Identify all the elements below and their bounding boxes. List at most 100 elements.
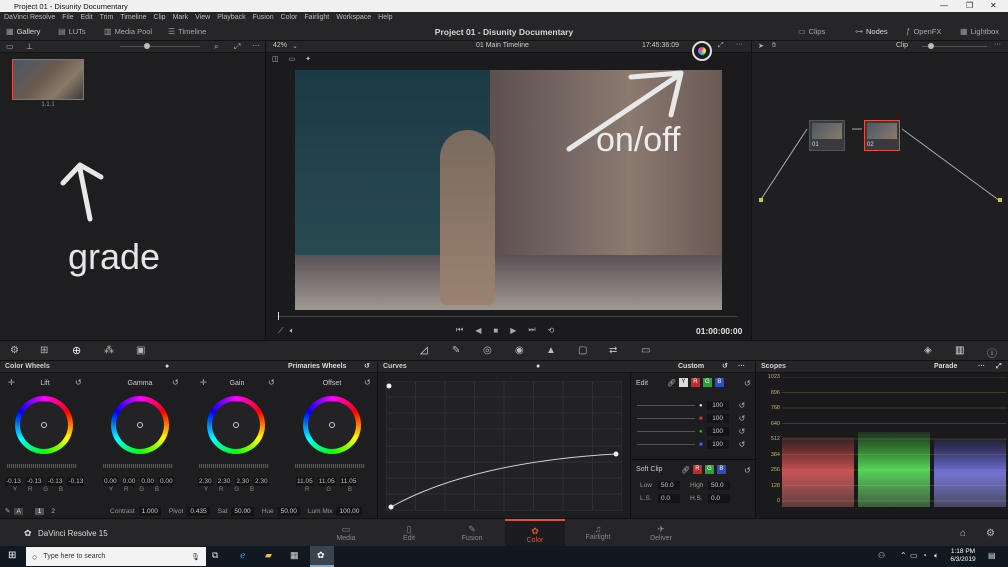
menu-item[interactable]: DaVinci Resolve bbox=[4, 14, 55, 21]
page-edit[interactable]: ▯ Edit bbox=[379, 524, 439, 542]
key-icon[interactable]: ▢ bbox=[578, 345, 587, 356]
hue-input[interactable]: 50.00 bbox=[277, 506, 300, 516]
menu-item[interactable]: Edit bbox=[81, 14, 93, 21]
notifications-icon[interactable]: ▤ bbox=[988, 551, 996, 560]
scope-mode-select[interactable]: Parade bbox=[934, 361, 957, 373]
color-match-icon[interactable]: ⊞ bbox=[40, 345, 48, 356]
reset-icon[interactable]: ↺ bbox=[722, 361, 728, 373]
b-chip[interactable]: B bbox=[714, 378, 724, 387]
lift-value-b[interactable]: -0.13 bbox=[67, 477, 85, 486]
lightbox-button[interactable]: ▦ Lightbox bbox=[960, 27, 999, 36]
volume-icon[interactable]: 🔈︎ bbox=[290, 326, 295, 336]
battery-icon[interactable]: ▭ bbox=[910, 551, 918, 560]
gain-wheel-center[interactable] bbox=[233, 422, 239, 428]
auto-balance-icon[interactable]: ✎ bbox=[5, 507, 10, 515]
gamma-value-b[interactable]: 0.00 bbox=[158, 477, 174, 486]
taskbar-search-box[interactable]: ○ Type here to search 🎙︎ bbox=[26, 547, 206, 566]
menu-item[interactable]: View bbox=[195, 14, 210, 21]
go-to-end-icon[interactable]: ⏭︎ bbox=[528, 325, 535, 335]
volume-icon[interactable]: 🔈︎ bbox=[934, 551, 939, 561]
search-icon[interactable]: ⌕ bbox=[214, 42, 218, 52]
qualifier-icon[interactable]: ✎ bbox=[452, 345, 460, 356]
gamma-master-slider[interactable] bbox=[103, 464, 173, 468]
intensity-slider[interactable] bbox=[637, 444, 695, 445]
offset-value-g[interactable]: 11.05 bbox=[317, 477, 336, 486]
minimize-icon[interactable]: — bbox=[940, 1, 948, 10]
color-wheels-icon[interactable]: ⊕ bbox=[72, 344, 81, 357]
motion-effects-icon[interactable]: ▣ bbox=[136, 345, 145, 356]
gallery-still-thumbnail[interactable] bbox=[12, 59, 84, 100]
sizing-icon[interactable]: ⇄ bbox=[609, 345, 617, 356]
split-view-icon[interactable]: ◫ bbox=[272, 56, 279, 63]
info-panel-icon[interactable]: ◈ bbox=[924, 345, 932, 356]
edge-browser-icon[interactable]: ℯ bbox=[240, 550, 245, 561]
gain-value-r[interactable]: 2.30 bbox=[216, 477, 232, 486]
resolve-taskbar-button[interactable]: ✿ bbox=[310, 546, 334, 567]
intensity-slider[interactable] bbox=[637, 405, 695, 406]
y-chip[interactable]: Y bbox=[678, 378, 688, 387]
tracker-icon[interactable]: ◉ bbox=[515, 345, 524, 356]
reset-icon[interactable]: ↺ bbox=[744, 466, 751, 475]
node-mode-select[interactable]: Clip bbox=[896, 42, 908, 49]
settings-gear-icon[interactable]: ⚙︎ bbox=[986, 528, 995, 539]
stills-album-icon[interactable]: ⊥ bbox=[26, 42, 33, 51]
menu-item[interactable]: Workspace bbox=[336, 14, 371, 21]
low-input[interactable]: 50.0 bbox=[658, 481, 680, 490]
tray-up-icon[interactable]: ⌃ bbox=[900, 551, 907, 560]
gain-master-slider[interactable] bbox=[199, 464, 269, 468]
offset-value-r[interactable]: 11.05 bbox=[296, 477, 314, 486]
zoom-level[interactable]: 42% bbox=[273, 42, 287, 49]
reset-icon[interactable]: ↺ bbox=[739, 414, 746, 423]
loop-icon[interactable]: ⟲ bbox=[548, 326, 555, 335]
wheels-mode-select[interactable]: Primaries Wheels bbox=[288, 361, 346, 373]
thumbnail-size-slider[interactable] bbox=[120, 46, 200, 47]
menu-item[interactable]: Clip bbox=[154, 14, 166, 21]
offset-value-b[interactable]: 11.05 bbox=[339, 477, 358, 486]
gamma-value-y[interactable]: 0.00 bbox=[103, 477, 118, 486]
page-2-button[interactable]: 2 bbox=[48, 508, 58, 515]
picker-icon[interactable]: ✛ bbox=[8, 378, 15, 387]
intensity-y[interactable]: 100 bbox=[706, 401, 729, 410]
lum-mix-input[interactable]: 100.00 bbox=[336, 506, 363, 516]
system-clock[interactable]: 1:18 PM 6/3/2019 bbox=[948, 548, 978, 564]
curve-graph[interactable] bbox=[386, 381, 622, 511]
lift-wheel-center[interactable] bbox=[41, 422, 47, 428]
calendar-icon[interactable]: ▦ bbox=[290, 550, 299, 561]
node-02[interactable]: 02 bbox=[864, 120, 900, 151]
page-deliver[interactable]: ✈︎ Deliver bbox=[631, 524, 691, 542]
lift-value-r[interactable]: -0.13 bbox=[25, 477, 43, 486]
gamma-value-r[interactable]: 0.00 bbox=[121, 477, 137, 486]
link-icon[interactable]: 🔗︎ bbox=[667, 379, 676, 387]
expand-icon[interactable]: ⤢ bbox=[996, 361, 1002, 373]
reset-icon[interactable]: ↺ bbox=[172, 378, 179, 387]
auto-icon[interactable]: A bbox=[14, 507, 23, 515]
info-icon[interactable]: ⓘ bbox=[987, 345, 997, 360]
close-icon[interactable]: ✕ bbox=[990, 1, 997, 10]
more-options-icon[interactable]: ··· bbox=[994, 41, 1001, 48]
menu-item[interactable]: Color bbox=[281, 14, 298, 21]
pointer-icon[interactable]: ➤ bbox=[758, 42, 764, 50]
offset-wheel-center[interactable] bbox=[329, 422, 335, 428]
page-1-button[interactable]: 1 bbox=[34, 507, 45, 515]
more-options-icon[interactable]: ··· bbox=[738, 361, 745, 373]
blur-icon[interactable]: ▲ bbox=[546, 345, 556, 356]
b-chip[interactable]: B bbox=[716, 465, 726, 474]
page-media[interactable]: ▭ Media bbox=[316, 524, 376, 542]
3d-icon[interactable]: ▭ bbox=[641, 345, 650, 356]
r-chip[interactable]: R bbox=[692, 465, 702, 474]
go-to-start-icon[interactable]: ⏮︎ bbox=[456, 325, 463, 335]
reset-icon[interactable]: ↺ bbox=[364, 361, 370, 373]
scrubber-track[interactable] bbox=[278, 316, 738, 317]
reset-icon[interactable]: ↺ bbox=[739, 440, 746, 449]
file-explorer-icon[interactable]: ▰ bbox=[265, 550, 272, 561]
microphone-icon[interactable]: 🎙︎ bbox=[191, 553, 200, 561]
wifi-icon[interactable]: ◔ bbox=[922, 551, 927, 560]
still-view-icon[interactable]: ▭ bbox=[6, 42, 14, 51]
gamma-value-g[interactable]: 0.00 bbox=[140, 477, 155, 486]
reset-icon[interactable]: ↺ bbox=[739, 401, 746, 410]
contrast-input[interactable]: 1.000 bbox=[138, 506, 161, 516]
g-chip[interactable]: G bbox=[702, 378, 712, 387]
node-01[interactable]: 01 bbox=[809, 120, 845, 151]
rgb-mixer-icon[interactable]: ⁂ bbox=[104, 345, 114, 356]
input-port[interactable] bbox=[759, 198, 763, 202]
